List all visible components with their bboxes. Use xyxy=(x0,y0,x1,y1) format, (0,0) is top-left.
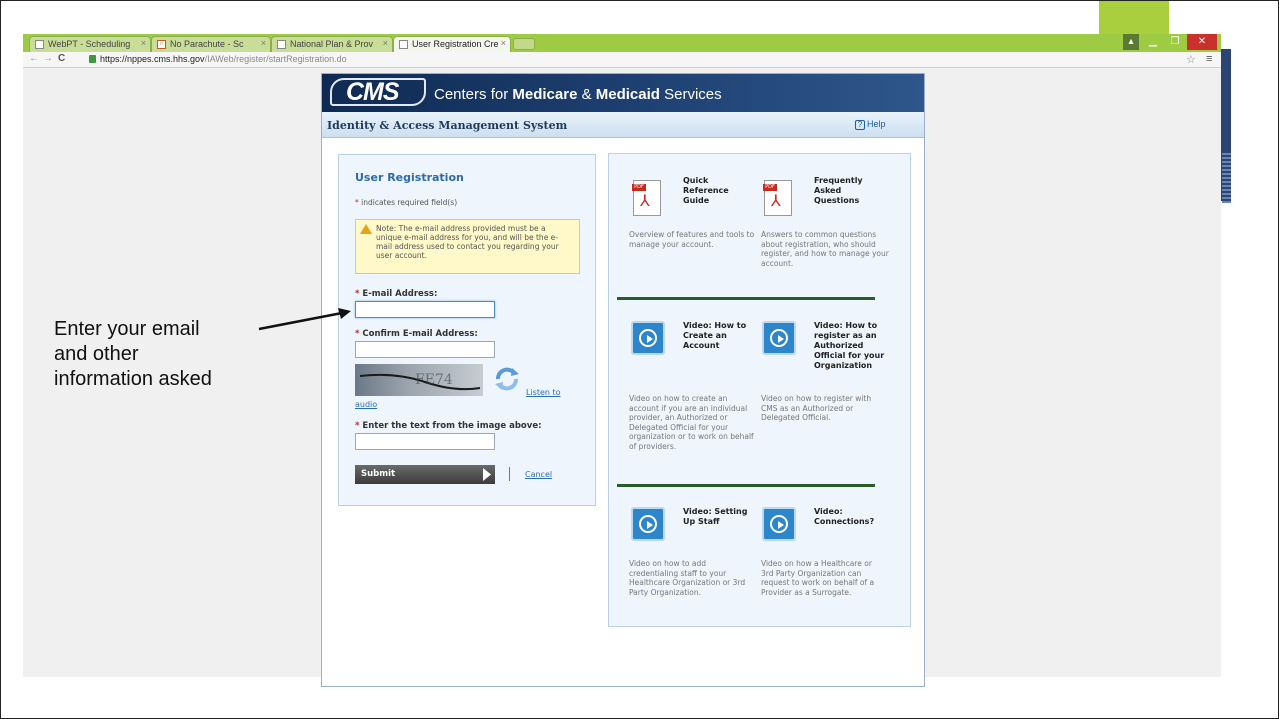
captcha-image: FE74 xyxy=(355,364,483,396)
tab-national-plan[interactable]: National Plan & Prov × xyxy=(271,36,393,52)
new-tab-button[interactable] xyxy=(513,38,535,50)
close-icon[interactable]: × xyxy=(261,38,266,48)
refresh-captcha-icon[interactable] xyxy=(492,364,522,394)
url-path: /IAWeb/register/startRegistration.do xyxy=(204,54,347,64)
form-title: User Registration xyxy=(355,171,464,184)
play-icon xyxy=(631,321,665,355)
cms-page: CMS Centers for Medicare & Medicaid Serv… xyxy=(321,73,925,687)
url-field[interactable]: https://nppes.cms.hhs.gov/IAWeb/register… xyxy=(100,54,347,64)
section-divider xyxy=(617,297,875,300)
resource-title: Video: Setting Up Staff xyxy=(683,507,748,526)
slide: WebPT - Scheduling × ∩ No Parachute - Sc… xyxy=(0,0,1279,719)
resource-title: Frequently Asked Questions xyxy=(814,176,863,205)
maximize-button[interactable]: ❐ xyxy=(1165,34,1185,50)
resource-title: Video: How to register as an Authorized … xyxy=(814,321,885,370)
callout-line: Enter your email xyxy=(54,318,200,340)
tab-no-parachute[interactable]: ∩ No Parachute - Sc × xyxy=(151,36,271,52)
pdf-icon: PDF ⅄ xyxy=(763,180,792,216)
confirm-email-field[interactable] xyxy=(355,341,495,358)
page-icon xyxy=(277,40,286,49)
tab-webpt[interactable]: WebPT - Scheduling × xyxy=(29,36,151,52)
registration-form: User Registration * indicates required f… xyxy=(338,154,596,506)
callout-line: and other xyxy=(54,343,139,365)
menu-icon[interactable]: ≡ xyxy=(1206,53,1212,65)
email-field[interactable] xyxy=(355,301,495,318)
resource-desc: Video on how to add credentialing staff … xyxy=(629,559,746,597)
address-bar: ← → C https://nppes.cms.hhs.gov/IAWeb/re… xyxy=(23,52,1221,68)
resource-title: Video: Connections? xyxy=(814,507,875,526)
tab-label: WebPT - Scheduling xyxy=(48,39,131,49)
close-window-button[interactable]: ✕ xyxy=(1187,34,1217,50)
cms-title: Centers for Medicare & Medicaid Services xyxy=(434,86,722,103)
callout-arrow xyxy=(258,308,351,331)
submit-button[interactable]: Submit xyxy=(355,465,495,484)
tab-label: No Parachute - Sc xyxy=(170,39,244,49)
cms-logo: CMS xyxy=(330,78,426,106)
cancel-link[interactable]: Cancel xyxy=(525,470,552,479)
resource-desc: Answers to common questions about regist… xyxy=(761,230,889,268)
resource-desc: Video on how to create an account if you… xyxy=(629,394,754,451)
star-icon[interactable]: ☆ xyxy=(1186,53,1196,66)
close-icon[interactable]: × xyxy=(383,38,388,48)
page-icon xyxy=(35,40,44,49)
profile-icon[interactable]: ▴ xyxy=(1123,34,1139,50)
resource-title: Quick Reference Guide xyxy=(683,176,729,205)
reload-icon[interactable]: C xyxy=(58,53,65,64)
close-icon[interactable]: × xyxy=(501,38,506,48)
divider xyxy=(509,467,510,481)
required-note: * indicates required field(s) xyxy=(355,198,458,207)
tab-user-registration[interactable]: User Registration Cre × xyxy=(393,36,511,52)
iam-header: Identity & Access Management System ? Hel… xyxy=(322,112,924,138)
arrow-right-icon xyxy=(483,468,491,481)
callout-text: Enter your email and other information a… xyxy=(54,317,212,392)
play-icon xyxy=(762,321,796,355)
resource-desc: Overview of features and tools to manage… xyxy=(629,230,755,249)
tab-label: User Registration Cre xyxy=(412,39,499,49)
email-note: Note: The e-mail address provided must b… xyxy=(355,219,580,274)
captcha-field[interactable] xyxy=(355,433,495,450)
forward-icon[interactable]: → xyxy=(43,53,53,64)
svg-text:FE74: FE74 xyxy=(415,372,453,388)
tab-label: National Plan & Prov xyxy=(290,39,374,49)
resource-desc: Video on how to register with CMS as an … xyxy=(761,394,872,422)
captcha-label: * Enter the text from the image above: xyxy=(355,421,542,431)
help-icon: ? xyxy=(855,120,865,130)
cms-header: CMS Centers for Medicare & Medicaid Serv… xyxy=(322,74,924,112)
confirm-email-label: * Confirm E-mail Address: xyxy=(355,329,478,339)
slide-accent-block xyxy=(1099,1,1169,35)
page-icon xyxy=(399,40,408,49)
listen-to-audio-link[interactable]: Listen to xyxy=(526,388,561,397)
play-icon xyxy=(631,507,665,541)
resource-title: Video: How to Create an Account xyxy=(683,321,747,350)
callout-line: information asked xyxy=(54,368,212,390)
email-label: * E-mail Address: xyxy=(355,289,438,299)
lock-icon xyxy=(89,55,96,63)
headphones-icon: ∩ xyxy=(157,40,166,49)
close-icon[interactable]: × xyxy=(141,38,146,48)
help-link[interactable]: ? Help xyxy=(855,119,886,130)
audio-link[interactable]: audio xyxy=(355,400,377,409)
warning-icon xyxy=(360,224,372,234)
resource-desc: Video on how a Healthcare or 3rd Party O… xyxy=(761,559,875,597)
iam-title: Identity & Access Management System xyxy=(327,119,568,132)
play-icon xyxy=(762,507,796,541)
slide-side-pattern xyxy=(1222,151,1231,203)
resources-panel: PDF ⅄ Quick Reference Guide Overview of f… xyxy=(608,153,911,627)
url-domain: https://nppes.cms.hhs.gov xyxy=(100,54,205,64)
pdf-icon: PDF ⅄ xyxy=(632,180,661,216)
back-icon[interactable]: ← xyxy=(29,53,39,64)
section-divider xyxy=(617,484,875,487)
tab-bar: WebPT - Scheduling × ∩ No Parachute - Sc… xyxy=(23,34,1221,52)
minimize-button[interactable]: ▁ xyxy=(1143,34,1163,50)
